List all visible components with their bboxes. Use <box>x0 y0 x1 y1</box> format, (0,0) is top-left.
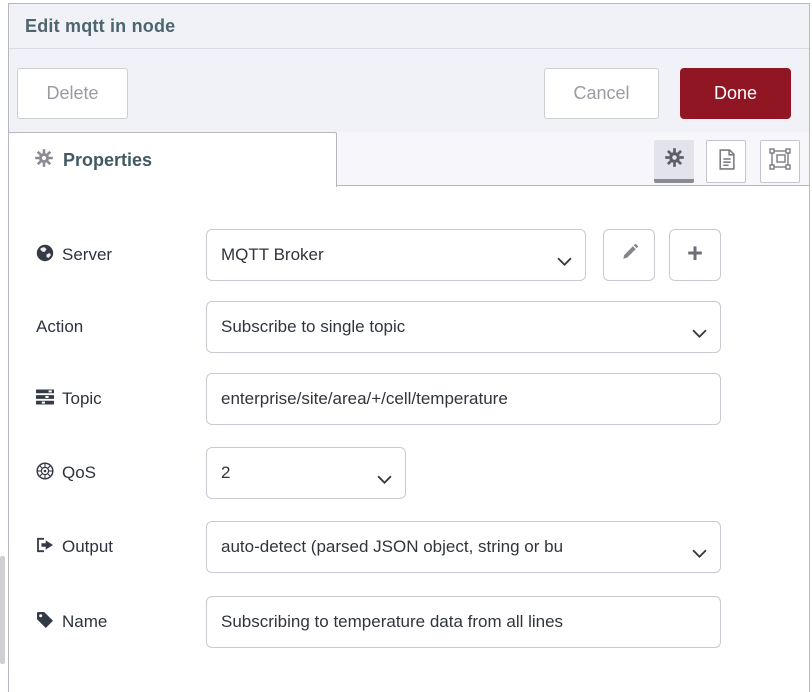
globe-icon <box>36 244 54 267</box>
name-input[interactable] <box>207 597 720 647</box>
qos-row: QoS 2 <box>9 447 809 499</box>
server-row: Server MQTT Broker + <box>9 229 809 281</box>
description-icon <box>717 149 736 175</box>
topic-field-wrap <box>206 373 721 425</box>
action-select-value: Subscribe to single topic <box>221 317 684 337</box>
qos-select[interactable]: 2 <box>206 447 406 499</box>
done-button[interactable]: Done <box>680 68 791 119</box>
action-row: Action Subscribe to single topic <box>9 301 809 353</box>
gear-icon <box>35 149 53 172</box>
tasks-icon <box>36 389 54 410</box>
name-label: Name <box>36 596 107 648</box>
server-label: Server <box>36 229 112 281</box>
sign-out-icon <box>36 537 54 558</box>
appearance-icon <box>769 148 791 175</box>
chevron-down-icon <box>692 323 707 343</box>
dialog-toolbar: Delete Cancel Done <box>9 49 809 132</box>
appearance-tab-button[interactable] <box>760 140 800 183</box>
dialog-title: Edit mqtt in node <box>25 16 175 37</box>
output-select[interactable]: auto-detect (parsed JSON object, string … <box>206 521 721 573</box>
topic-input[interactable] <box>207 374 720 424</box>
topic-row: Topic <box>9 373 809 425</box>
chevron-down-icon <box>557 251 572 271</box>
properties-tab-button[interactable] <box>654 140 694 183</box>
plus-icon: + <box>687 240 703 267</box>
edit-server-button[interactable] <box>603 229 655 281</box>
tab-bar: Properties <box>9 132 809 186</box>
qos-select-value: 2 <box>221 463 369 483</box>
description-tab-button[interactable] <box>706 140 746 183</box>
server-select[interactable]: MQTT Broker <box>206 229 586 281</box>
action-label: Action <box>36 301 83 353</box>
output-select-value: auto-detect (parsed JSON object, string … <box>221 537 684 557</box>
properties-form: Server MQTT Broker + A <box>9 186 809 692</box>
name-row: Name <box>9 596 809 648</box>
output-row: Output auto-detect (parsed JSON object, … <box>9 521 809 573</box>
tag-icon <box>36 611 54 634</box>
canvas-scrollbar[interactable] <box>0 556 5 664</box>
delete-button[interactable]: Delete <box>17 68 128 119</box>
editor-canvas-edge <box>0 0 8 692</box>
action-select[interactable]: Subscribe to single topic <box>206 301 721 353</box>
name-field-wrap <box>206 596 721 648</box>
output-label: Output <box>36 521 113 573</box>
chevron-down-icon <box>692 543 707 563</box>
topic-label: Topic <box>36 373 102 425</box>
qos-label: QoS <box>36 447 96 499</box>
tab-properties-label: Properties <box>63 150 152 171</box>
cancel-button[interactable]: Cancel <box>544 68 659 119</box>
pencil-icon <box>621 244 638 266</box>
dialog-header: Edit mqtt in node <box>9 4 809 49</box>
tab-properties[interactable]: Properties <box>8 132 337 187</box>
server-select-value: MQTT Broker <box>221 245 549 265</box>
edit-node-dialog: Edit mqtt in node Delete Cancel Done <box>8 3 810 692</box>
empire-icon <box>36 462 54 485</box>
chevron-down-icon <box>377 469 392 489</box>
gear-icon <box>665 148 684 172</box>
add-server-button[interactable]: + <box>669 229 721 281</box>
